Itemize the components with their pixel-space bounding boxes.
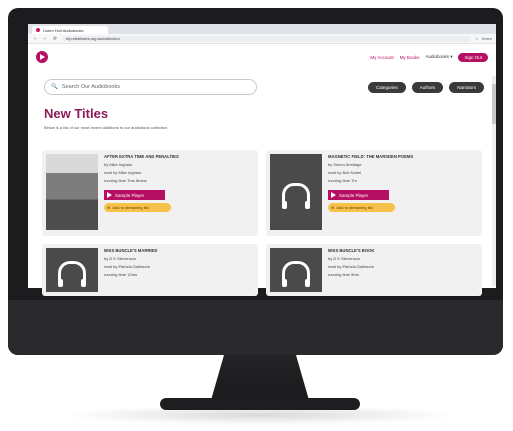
- sign-out-button[interactable]: Sign Out: [458, 52, 488, 62]
- my-books-link[interactable]: My Books: [400, 55, 420, 60]
- headphones-icon: [282, 260, 310, 287]
- address-bar[interactable]: etp.ebibliotek.org.au/collection: [62, 35, 471, 42]
- audiobooks-menu[interactable]: Audiobooks ▾: [425, 54, 452, 60]
- book-narrator: read by Patricia Gallimore: [328, 264, 375, 269]
- audiobook-card[interactable]: MISS BUNCLE'S MARRIED by D E Stevenson r…: [42, 244, 258, 296]
- browser-tabs: Listen Hull Audiobooks: [28, 24, 496, 34]
- book-runtime: running time 9hrs: [328, 272, 359, 277]
- book-author: by D E Stevenson: [104, 256, 137, 261]
- book-narrator: read by Mike Ingham: [104, 170, 142, 175]
- apple-logo-icon: [252, 315, 272, 337]
- sample-player-label: Sample Player: [339, 192, 369, 198]
- book-narrator: read by Patricia Gallimore: [104, 264, 151, 269]
- book-title: MAGNETIC FIELD: THE MARSDEN POEMS: [328, 154, 414, 159]
- forward-icon[interactable]: ›: [42, 36, 48, 42]
- book-cover: [270, 154, 322, 230]
- categories-button[interactable]: Categories: [367, 81, 406, 93]
- my-account-link[interactable]: My Account: [370, 55, 393, 60]
- browser-tab[interactable]: Listen Hull Audiobooks: [32, 26, 108, 34]
- plus-icon: ⊕: [331, 205, 335, 210]
- book-title: MISS BUNCLE'S MARRIED: [104, 248, 158, 253]
- browser-menu[interactable]: ☆ Xmen: [475, 36, 492, 41]
- browser-toolbar: ‹ › ⟳ etp.ebibliotek.org.au/collection ☆…: [28, 34, 496, 44]
- search-icon: 🔍: [51, 84, 58, 90]
- back-icon[interactable]: ‹: [32, 36, 38, 42]
- audiobook-card[interactable]: AFTER EXTRA TIME AND PENALTIES by Mike I…: [42, 150, 258, 236]
- search-input[interactable]: 🔍 Search Our Audiobooks: [44, 79, 257, 95]
- play-icon: [107, 192, 112, 198]
- search-row: 🔍 Search Our Audiobooks Categories Autho…: [28, 76, 496, 98]
- sample-player-label: Sample Player: [115, 192, 145, 198]
- headphones-icon: [282, 182, 310, 209]
- audiobook-card[interactable]: MISS BUNCLE'S BOOK by D E Stevenson read…: [266, 244, 482, 296]
- book-runtime: running time 12hrs: [104, 272, 138, 277]
- add-to-streaming-list-button[interactable]: ⊕ Add to streaming list: [104, 203, 171, 212]
- headphones-icon: [58, 260, 86, 287]
- add-to-streaming-list-button[interactable]: ⊕ Add to streaming list: [328, 203, 395, 212]
- sample-player-button[interactable]: Sample Player: [104, 190, 165, 200]
- audiobook-grid: AFTER EXTRA TIME AND PENALTIES by Mike I…: [42, 150, 482, 296]
- monitor-stand-base: [160, 398, 360, 410]
- book-title: MISS BUNCLE'S BOOK: [328, 248, 375, 253]
- browser-menu-label: Xmen: [481, 36, 492, 41]
- book-author: by Simon Armitage: [328, 162, 362, 167]
- page-subtitle: Below is a list of our most recent addit…: [44, 125, 168, 130]
- book-author: by D E Stevenson: [328, 256, 361, 261]
- plus-icon: ⊕: [107, 205, 111, 210]
- narrators-button[interactable]: Narrators: [449, 81, 484, 93]
- streaming-list-label: Add to streaming list: [336, 205, 373, 210]
- favicon-icon: [36, 28, 40, 32]
- book-cover: [270, 248, 322, 292]
- page-title: New Titles: [44, 106, 109, 121]
- play-icon: [331, 192, 336, 198]
- streaming-list-label: Add to streaming list: [112, 205, 149, 210]
- star-icon[interactable]: ☆: [475, 36, 479, 41]
- book-narrator: read by Bob Nobel: [328, 170, 362, 175]
- book-cover: [46, 154, 98, 230]
- brand-logo-icon[interactable]: [36, 51, 48, 63]
- header-links: My Account My Books Audiobooks ▾ Sign Ou…: [370, 52, 488, 62]
- sample-player-button[interactable]: Sample Player: [328, 190, 389, 200]
- reload-icon[interactable]: ⟳: [52, 36, 58, 42]
- filter-pills: Categories Authors Narrators: [367, 81, 484, 93]
- book-cover: [46, 248, 98, 292]
- audiobook-card[interactable]: MAGNETIC FIELD: THE MARSDEN POEMS by Sim…: [266, 150, 482, 236]
- authors-button[interactable]: Authors: [411, 81, 444, 93]
- app-header: My Account My Books Audiobooks ▾ Sign Ou…: [28, 44, 496, 70]
- tab-title: Listen Hull Audiobooks: [43, 27, 84, 33]
- book-runtime: running time 7hr: [328, 178, 357, 183]
- book-runtime: running time 7hrs 8mins: [104, 178, 147, 183]
- book-title: AFTER EXTRA TIME AND PENALTIES: [104, 154, 179, 159]
- scrollbar-thumb[interactable]: [492, 84, 496, 124]
- search-placeholder: Search Our Audiobooks: [61, 84, 120, 90]
- book-author: by Mike Ingham: [104, 162, 133, 167]
